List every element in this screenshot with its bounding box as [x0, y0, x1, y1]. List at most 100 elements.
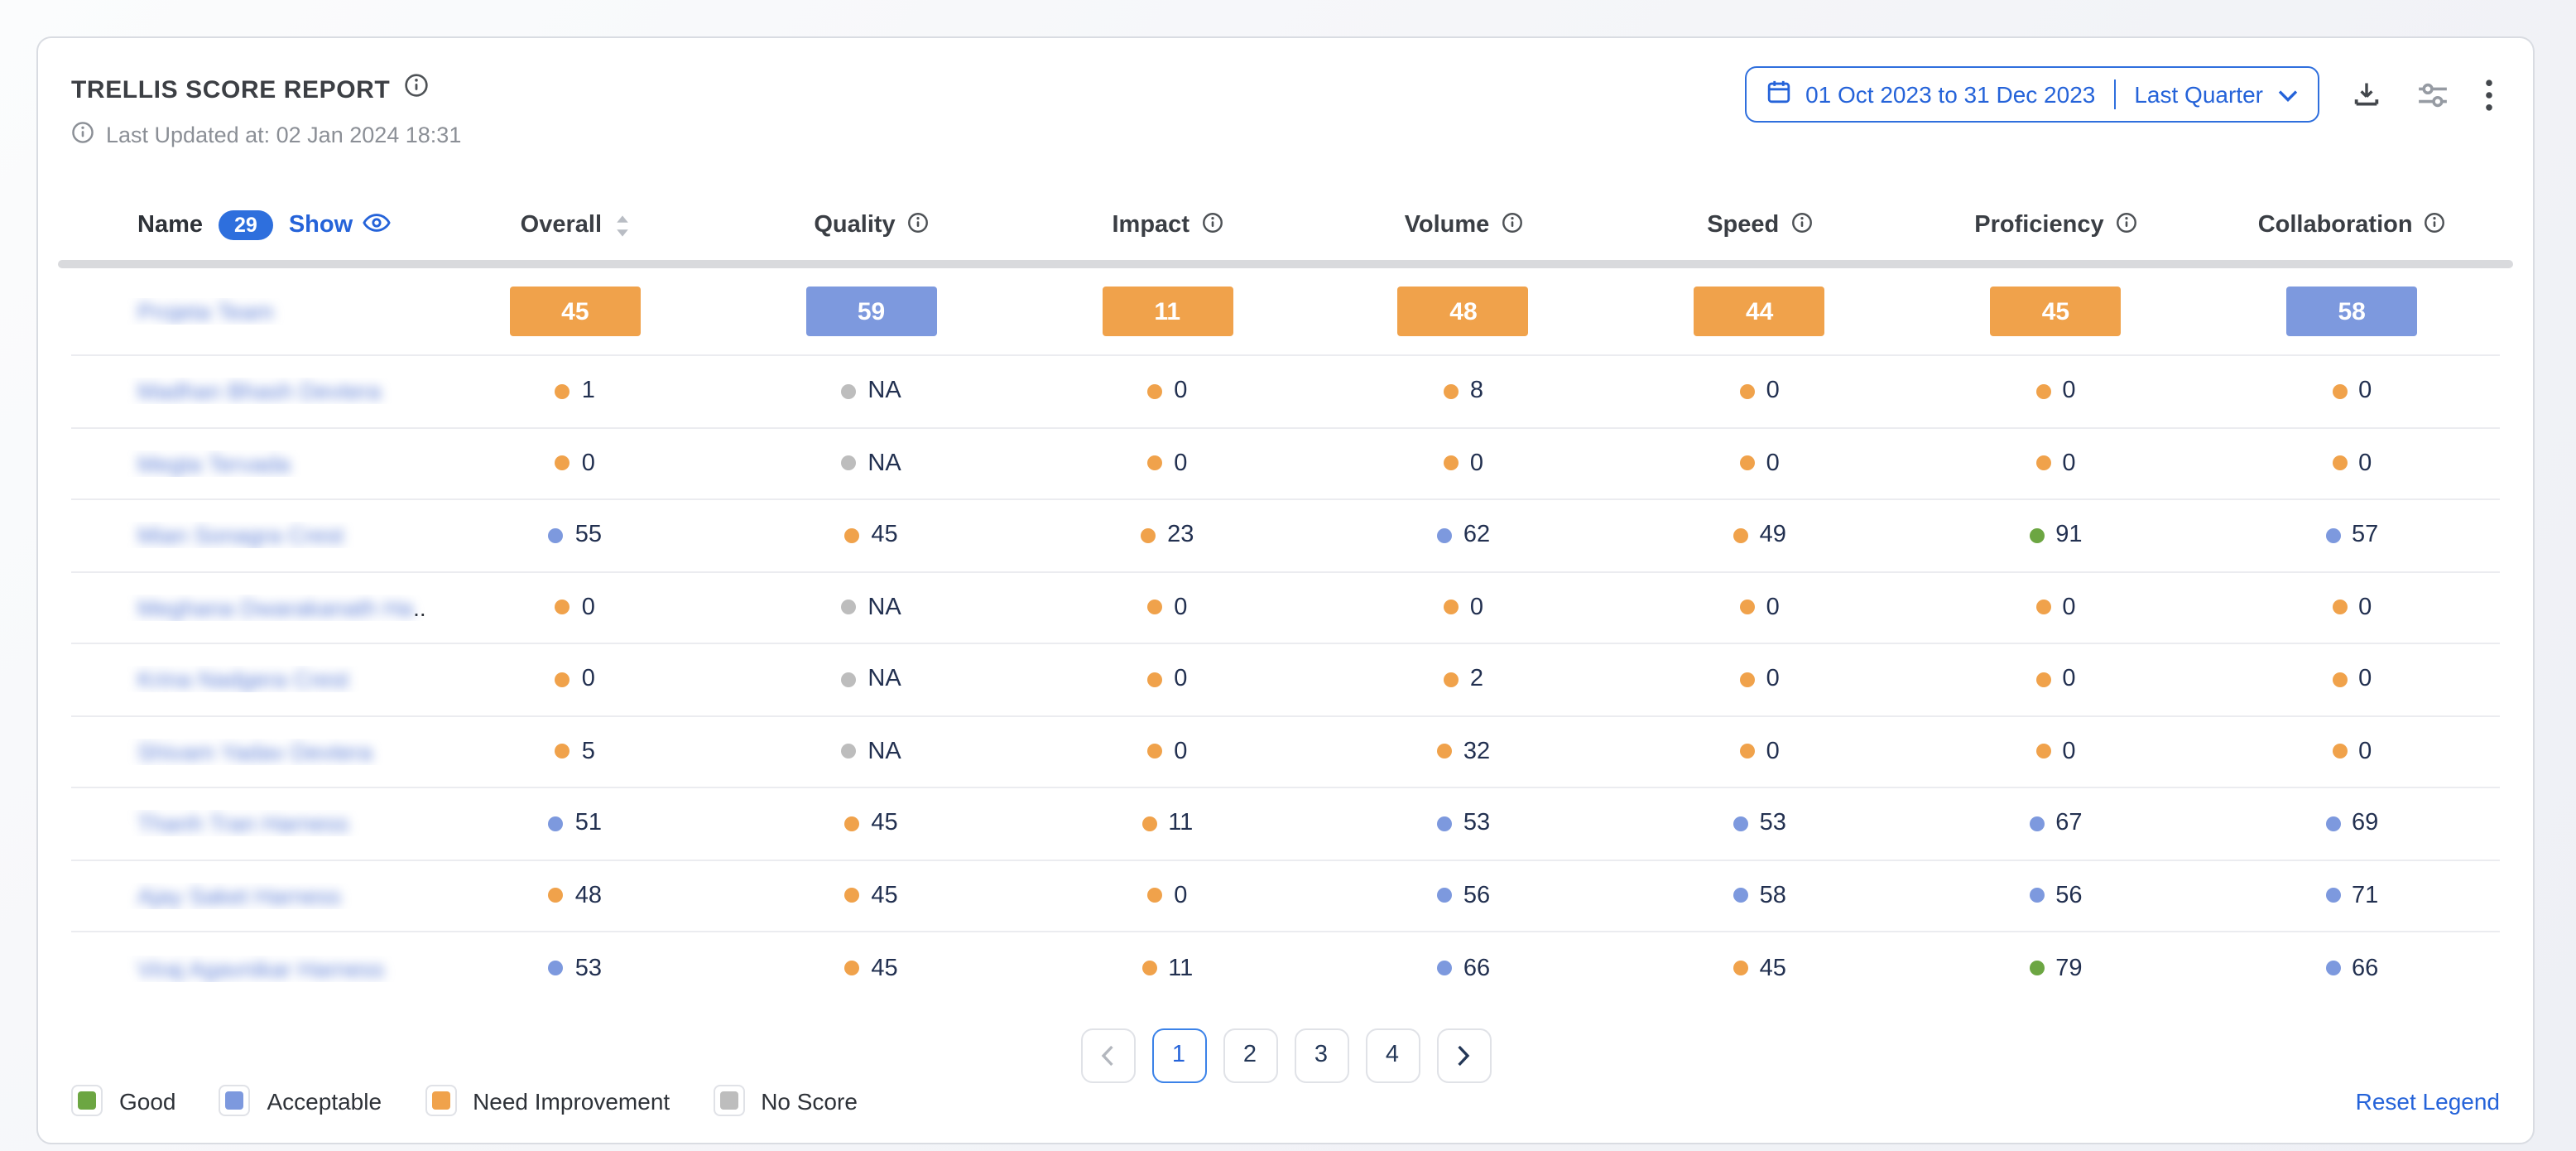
legend-item-acceptable[interactable]: Acceptable — [219, 1085, 382, 1116]
column-header-overall[interactable]: Overall — [427, 212, 723, 238]
legend-label: Need Improvement — [473, 1087, 670, 1114]
score-value: 0 — [1470, 595, 1483, 621]
score-dot-need — [2035, 744, 2050, 759]
column-label: Proficiency — [1974, 212, 2103, 238]
summary-score-cell: 59 — [723, 287, 1020, 336]
team-name-link[interactable]: Projeta Team — [71, 298, 427, 325]
score-dot-need — [1147, 744, 1162, 759]
summary-score-cell: 48 — [1315, 287, 1612, 336]
score-value: 0 — [1174, 667, 1187, 693]
score-dot-acceptable — [1437, 961, 1452, 976]
name-header-label: Name — [137, 212, 203, 238]
legend-item-good[interactable]: Good — [71, 1085, 176, 1116]
score-badge: 44 — [1694, 287, 1825, 336]
redacted-name: Thanh Tran Harness — [137, 811, 348, 837]
pagination: 1234 — [71, 1028, 2500, 1082]
score-dot-need — [555, 744, 570, 759]
score-cell: 53 — [1315, 811, 1612, 837]
page-button-2[interactable]: 2 — [1223, 1028, 1277, 1082]
download-button[interactable] — [2349, 77, 2384, 112]
column-label: Overall — [521, 212, 602, 238]
engineer-name-link[interactable]: Thanh Tran Harness — [71, 811, 427, 837]
engineer-name-link[interactable]: Viraj Agavnikar Harness — [71, 956, 427, 982]
score-dot-acceptable — [549, 528, 564, 543]
score-dot-need — [1733, 528, 1748, 543]
score-value: 0 — [2062, 378, 2075, 405]
engineer-name-link[interactable]: Mian Sonagra Crest — [71, 523, 427, 549]
legend-swatch — [431, 1091, 449, 1110]
score-cell: 79 — [1908, 956, 2204, 982]
info-icon[interactable] — [1201, 211, 1223, 239]
score-cell: 0 — [1019, 378, 1315, 405]
legend-item-none[interactable]: No Score — [713, 1085, 858, 1116]
filter-settings-button[interactable] — [2414, 77, 2452, 112]
score-cell: 0 — [2204, 739, 2500, 765]
score-dot-acceptable — [1733, 889, 1748, 903]
score-dot-need — [1437, 744, 1452, 759]
info-icon[interactable] — [1790, 211, 1812, 239]
score-value: 0 — [2062, 450, 2075, 477]
info-icon[interactable] — [2116, 211, 2137, 239]
legend-swatch-box — [219, 1085, 251, 1116]
page-button-3[interactable]: 3 — [1294, 1028, 1348, 1082]
score-cell: 48 — [427, 883, 723, 909]
date-range-picker[interactable]: 01 Oct 2023 to 31 Dec 2023 Last Quarter — [1744, 66, 2319, 123]
score-dot-acceptable — [2325, 961, 2340, 976]
score-cell: 0 — [2204, 450, 2500, 477]
score-cell: 53 — [427, 956, 723, 982]
score-value: NA — [867, 739, 901, 765]
reset-legend-button[interactable]: Reset Legend — [2356, 1087, 2500, 1114]
engineer-name-link[interactable]: Madhan Bhash Devtera — [71, 378, 427, 405]
score-cell: 0 — [1315, 450, 1612, 477]
sort-icon[interactable] — [613, 213, 630, 238]
info-icon[interactable] — [2425, 211, 2446, 239]
info-icon[interactable] — [907, 211, 929, 239]
date-range-text: 01 Oct 2023 to 31 Dec 2023 — [1805, 81, 2095, 108]
prev-page-button[interactable] — [1080, 1028, 1135, 1082]
score-dot-need — [2035, 600, 2050, 615]
score-badge: 45 — [1990, 287, 2121, 336]
redacted-name: Meghana Dwarakanath Ha — [137, 595, 413, 621]
show-names-button[interactable]: Show — [289, 211, 391, 239]
score-cell: 0 — [1612, 378, 1908, 405]
summary-score-cell: 44 — [1612, 287, 1908, 336]
engineer-name-link[interactable]: Ajay Saket Harness — [71, 883, 427, 909]
page-buttons: 1234 — [1151, 1028, 1420, 1082]
legend-item-need[interactable]: Need Improvement — [425, 1085, 670, 1116]
score-cell: 0 — [1908, 595, 2204, 621]
score-cell: 5 — [427, 739, 723, 765]
header-scrollbar-divider[interactable] — [58, 260, 2513, 268]
engineer-name-link[interactable]: Megta Tervada — [71, 450, 427, 477]
info-icon[interactable] — [1501, 211, 1522, 239]
score-cell: 45 — [723, 523, 1020, 549]
score-value: 2 — [1470, 667, 1483, 693]
next-page-button[interactable] — [1436, 1028, 1491, 1082]
score-dot-need — [1740, 744, 1755, 759]
score-dot-need — [1147, 672, 1162, 687]
redacted-name: Viraj Agavnikar Harness — [137, 956, 384, 982]
redacted-team-name: Projeta Team — [137, 298, 273, 325]
kebab-menu-button[interactable] — [2482, 75, 2497, 113]
score-value: 0 — [1766, 450, 1780, 477]
score-dot-need — [2332, 384, 2347, 399]
score-cell: 66 — [2204, 956, 2500, 982]
score-value: 0 — [2358, 739, 2372, 765]
team-summary-row: Projeta Team 45591148444558 — [71, 268, 2500, 356]
engineer-name-link[interactable]: Krina Nadgera Crest — [71, 667, 427, 693]
column-label: Speed — [1707, 212, 1779, 238]
score-dot-need — [1740, 600, 1755, 615]
legend-label: No Score — [761, 1087, 858, 1114]
chevron-down-icon — [2278, 81, 2298, 108]
score-value: 11 — [1168, 811, 1193, 837]
engineer-name-link[interactable]: Meghana Dwarakanath Ha... — [71, 595, 427, 621]
engineer-name-link[interactable]: Shivam Yadav Devtera — [71, 739, 427, 765]
score-dot-need — [2035, 672, 2050, 687]
date-preset-text: Last Quarter — [2134, 81, 2263, 108]
score-cell: 0 — [1908, 378, 2204, 405]
score-value: 0 — [1174, 595, 1187, 621]
title-info-icon[interactable] — [403, 73, 428, 106]
score-cell: 57 — [2204, 523, 2500, 549]
page-button-1[interactable]: 1 — [1151, 1028, 1206, 1082]
column-header-proficiency: Proficiency — [1908, 211, 2204, 239]
page-button-4[interactable]: 4 — [1365, 1028, 1420, 1082]
